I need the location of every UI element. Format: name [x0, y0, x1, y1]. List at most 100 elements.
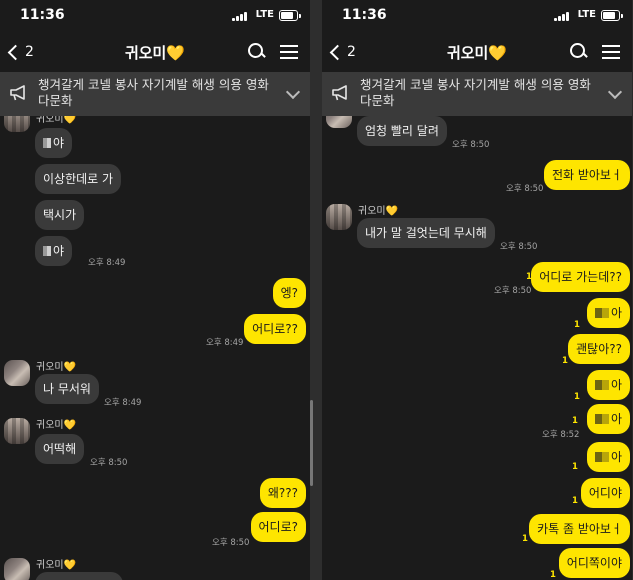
- message-bubble-outgoing[interactable]: 괜탆아??: [568, 334, 630, 364]
- message-feed[interactable]: 엄청 빨리 달려 오후 8:50 전화 받아보ㅓ 오후 8:50 귀오미💛 내가…: [322, 116, 632, 580]
- yellow-heart-icon: 💛: [63, 362, 77, 373]
- avatar[interactable]: [4, 418, 30, 444]
- message-bubble-outgoing[interactable]: 아: [586, 298, 630, 328]
- message-time: 오후 8:50: [500, 242, 538, 252]
- signal-icon: [554, 11, 570, 21]
- clock: 11:36: [342, 7, 387, 23]
- battery-icon: [279, 10, 301, 21]
- message-bubble-outgoing[interactable]: 왜???: [259, 478, 306, 508]
- yellow-heart-icon: 💛: [63, 116, 77, 125]
- chevron-down-icon[interactable]: [607, 84, 623, 100]
- scrollbar[interactable]: [310, 400, 313, 486]
- avatar[interactable]: [326, 116, 352, 128]
- status-bar: 11:36 LTE: [322, 0, 632, 32]
- sender-name: 귀오미💛: [36, 362, 77, 373]
- message-bubble-incoming[interactable]: 엄청 빨리 달려: [357, 116, 447, 146]
- message-time: 오후 8:49: [206, 338, 244, 348]
- message-time: 오후 8:49: [88, 258, 126, 268]
- notice-banner[interactable]: 챙겨갈게 코넬 봉사 자기계발 해생 의용 영화 다문화: [322, 72, 632, 116]
- censor-mark: [594, 380, 609, 390]
- message-bubble-outgoing[interactable]: 카톡 좀 받아보ㅓ: [529, 514, 630, 544]
- unread-count: 1: [562, 356, 568, 366]
- censor-mark: [43, 246, 51, 256]
- yellow-heart-icon: 💛: [166, 44, 186, 62]
- notice-text: 챙겨갈게 코넬 봉사 자기계발 해생 의용 영화 다문화: [38, 77, 269, 108]
- message-bubble-incoming[interactable]: 어떡해: [35, 434, 85, 464]
- message-bubble-outgoing[interactable]: 아: [586, 370, 630, 400]
- screenshot-divider: [310, 0, 322, 580]
- message-bubble-outgoing[interactable]: 어디로?: [250, 512, 306, 542]
- battery-icon: [601, 10, 623, 21]
- censor-mark: [43, 138, 51, 148]
- megaphone-icon: [10, 85, 25, 101]
- message-time: 오후 8:50: [452, 140, 490, 150]
- message-feed[interactable]: 귀오미💛 야 이상한데로 가 택시가 야 오후 8:49 엥? 어디로?? 오후…: [0, 116, 310, 580]
- unread-count: 1: [572, 416, 578, 426]
- sender-name: 귀오미💛: [358, 206, 399, 217]
- message-bubble-outgoing[interactable]: 어디로 가는데??: [531, 262, 630, 292]
- censor-mark: [594, 452, 609, 462]
- message-bubble-incoming[interactable]: 내가 말 걸엇는데 무시해: [357, 218, 495, 248]
- yellow-heart-icon: 💛: [63, 560, 77, 571]
- chat-header: 2 귀오미💛: [0, 32, 310, 72]
- unread-count: 1: [574, 320, 580, 330]
- chevron-left-icon: [7, 44, 24, 60]
- message-bubble-incoming[interactable]: [35, 572, 123, 580]
- yellow-heart-icon: 💛: [488, 44, 508, 62]
- search-icon[interactable]: [248, 43, 266, 61]
- message-bubble-incoming[interactable]: 이상한데로 가: [35, 164, 122, 194]
- message-bubble-incoming[interactable]: 야: [35, 128, 73, 158]
- megaphone-icon: [332, 85, 347, 101]
- back-button[interactable]: 2: [328, 41, 356, 63]
- message-time: 오후 8:50: [506, 184, 544, 194]
- clock: 11:36: [20, 7, 65, 23]
- message-bubble-incoming[interactable]: 나 무서워: [35, 374, 99, 404]
- unread-count: 1: [522, 534, 528, 544]
- avatar[interactable]: [4, 116, 30, 132]
- unread-chat-count: 2: [347, 44, 356, 60]
- sender-name: 귀오미💛: [36, 116, 77, 125]
- network-label: LTE: [577, 9, 596, 20]
- unread-count: 1: [574, 392, 580, 402]
- avatar[interactable]: [326, 204, 352, 230]
- network-label: LTE: [255, 9, 274, 20]
- sender-name: 귀오미💛: [36, 420, 77, 431]
- back-button[interactable]: 2: [6, 41, 34, 63]
- message-time: 오후 8:50: [90, 458, 128, 468]
- message-bubble-outgoing[interactable]: 아: [586, 404, 630, 434]
- chat-screen-right: 11:36 LTE 2 귀오미💛 챙겨갈게 코넬 봉사 자기계발 해생 의용 영…: [322, 0, 632, 580]
- avatar[interactable]: [4, 360, 30, 386]
- status-bar: 11:36 LTE: [0, 0, 310, 32]
- message-time: 오후 8:50: [494, 286, 532, 296]
- unread-count: 1: [550, 570, 556, 580]
- signal-icon: [232, 11, 248, 21]
- chevron-down-icon[interactable]: [285, 84, 301, 100]
- chevron-left-icon: [329, 44, 346, 60]
- menu-icon[interactable]: [280, 44, 298, 60]
- message-bubble-outgoing[interactable]: 어디쪽이야: [558, 548, 630, 578]
- message-bubble-outgoing[interactable]: 어디로??: [244, 314, 306, 344]
- yellow-heart-icon: 💛: [63, 420, 77, 431]
- search-icon[interactable]: [570, 43, 588, 61]
- message-time: 오후 8:49: [104, 398, 142, 408]
- unread-chat-count: 2: [25, 44, 34, 60]
- chat-screen-left: 11:36 LTE 2 귀오미💛 챙겨갈게 코넬 봉사 자기계발 해생 의용 영…: [0, 0, 310, 580]
- avatar[interactable]: [4, 558, 30, 580]
- message-bubble-incoming[interactable]: 야: [35, 236, 73, 266]
- message-bubble-outgoing[interactable]: 엥?: [272, 278, 306, 308]
- yellow-heart-icon: 💛: [385, 206, 399, 217]
- notice-text: 챙겨갈게 코넬 봉사 자기계발 해생 의용 영화 다문화: [360, 77, 591, 108]
- censor-mark: [594, 414, 609, 424]
- censor-mark: [594, 308, 609, 318]
- message-bubble-outgoing[interactable]: 아: [586, 442, 630, 472]
- message-time: 오후 8:52: [542, 430, 580, 440]
- menu-icon[interactable]: [602, 44, 620, 60]
- message-bubble-incoming[interactable]: 택시가: [35, 200, 85, 230]
- message-bubble-outgoing[interactable]: 전화 받아보ㅓ: [543, 160, 630, 190]
- unread-count: 1: [572, 462, 578, 472]
- message-bubble-outgoing[interactable]: 어디야: [580, 478, 630, 508]
- message-time: 오후 8:50: [212, 538, 250, 548]
- unread-count: 1: [572, 496, 578, 506]
- sender-name: 귀오미💛: [36, 560, 77, 571]
- notice-banner[interactable]: 챙겨갈게 코넬 봉사 자기계발 해생 의용 영화 다문화: [0, 72, 310, 116]
